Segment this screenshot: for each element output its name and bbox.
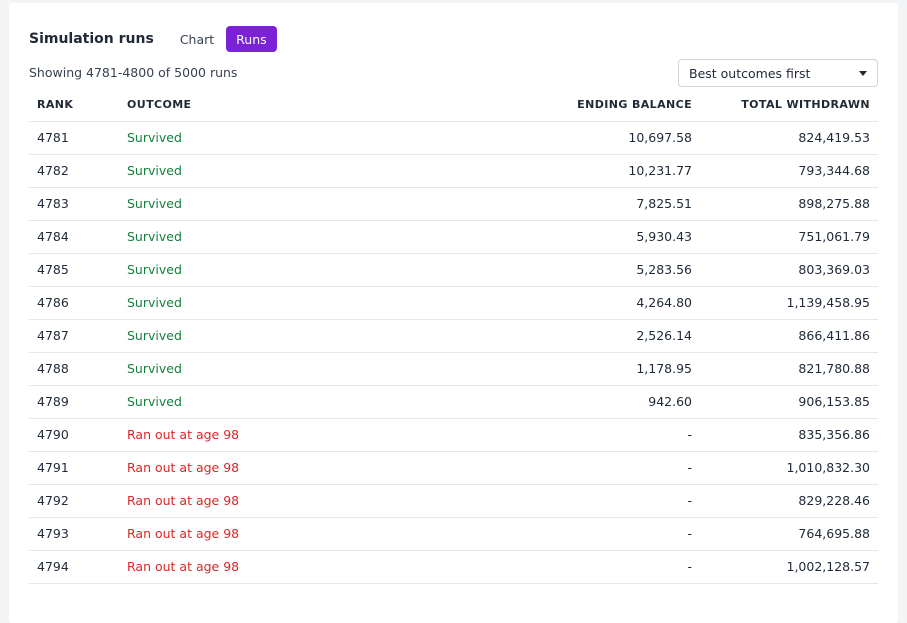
table-row[interactable]: 4785 Survived 5,283.56 803,369.03 xyxy=(29,253,878,287)
column-header-ending-balance[interactable]: ENDING BALANCE xyxy=(449,89,700,122)
rank-cell: 4786 xyxy=(29,286,119,320)
ending-balance-cell: 10,697.58 xyxy=(449,121,700,155)
outcome-cell: Ran out at age 98 xyxy=(119,418,449,452)
table-row[interactable]: 4786 Survived 4,264.80 1,139,458.95 xyxy=(29,286,878,320)
outcome-cell: Survived xyxy=(119,253,449,287)
rank-cell: 4781 xyxy=(29,121,119,155)
table-row[interactable]: 4787 Survived 2,526.14 866,411.86 xyxy=(29,319,878,353)
total-withdrawn-cell: 1,139,458.95 xyxy=(700,286,878,320)
outcome-cell: Ran out at age 98 xyxy=(119,484,449,518)
table-row[interactable]: 4792 Ran out at age 98-829,228.46 xyxy=(29,484,878,518)
results-summary: Showing 4781-4800 of 5000 runs xyxy=(29,65,238,80)
ending-balance-cell: 7,825.51 xyxy=(449,187,700,221)
outcome-cell: Survived xyxy=(119,121,449,155)
total-withdrawn-cell: 1,010,832.30 xyxy=(700,451,878,485)
rank-cell: 4784 xyxy=(29,220,119,254)
runs-table: RANK OUTCOME ENDING BALANCE TOTAL WITHDR… xyxy=(29,89,878,584)
outcome-cell: Survived xyxy=(119,220,449,254)
table-row[interactable]: 4790 Ran out at age 98-835,356.86 xyxy=(29,418,878,452)
ending-balance-cell: 4,264.80 xyxy=(449,286,700,320)
runs-card: Simulation runs Chart Runs Showing 4781-… xyxy=(9,3,898,623)
total-withdrawn-cell: 906,153.85 xyxy=(700,385,878,419)
ending-balance-cell: 2,526.14 xyxy=(449,319,700,353)
column-header-outcome[interactable]: OUTCOME xyxy=(119,89,449,122)
rank-cell: 4783 xyxy=(29,187,119,221)
rank-cell: 4785 xyxy=(29,253,119,287)
rank-cell: 4787 xyxy=(29,319,119,353)
table-row[interactable]: 4789 Survived 942.60 906,153.85 xyxy=(29,385,878,419)
total-withdrawn-cell: 866,411.86 xyxy=(700,319,878,353)
ending-balance-cell: - xyxy=(449,484,700,518)
ending-balance-cell: 942.60 xyxy=(449,385,700,419)
total-withdrawn-cell: 764,695.88 xyxy=(700,517,878,551)
table-row[interactable]: 4784 Survived 5,930.43 751,061.79 xyxy=(29,220,878,254)
rank-cell: 4791 xyxy=(29,451,119,485)
outcome-cell: Survived xyxy=(119,385,449,419)
table-row[interactable]: 4781 Survived 10,697.58 824,419.53 xyxy=(29,121,878,155)
ending-balance-cell: 5,283.56 xyxy=(449,253,700,287)
ending-balance-cell: 5,930.43 xyxy=(449,220,700,254)
total-withdrawn-cell: 835,356.86 xyxy=(700,418,878,452)
ending-balance-cell: - xyxy=(449,550,700,584)
rank-cell: 4792 xyxy=(29,484,119,518)
ending-balance-cell: 10,231.77 xyxy=(449,154,700,188)
table-row[interactable]: 4782 Survived 10,231.77 793,344.68 xyxy=(29,154,878,188)
column-header-total-withdrawn[interactable]: TOTAL WITHDRAWN xyxy=(700,89,878,122)
table-header-row: RANK OUTCOME ENDING BALANCE TOTAL WITHDR… xyxy=(29,89,878,122)
outcome-cell: Survived xyxy=(119,352,449,386)
sort-dropdown[interactable]: Best outcomes first xyxy=(678,59,878,87)
total-withdrawn-cell: 898,275.88 xyxy=(700,187,878,221)
column-header-rank[interactable]: RANK xyxy=(29,89,119,122)
ending-balance-cell: - xyxy=(449,451,700,485)
page-title: Simulation runs xyxy=(29,31,154,47)
rank-cell: 4790 xyxy=(29,418,119,452)
rank-cell: 4789 xyxy=(29,385,119,419)
ending-balance-cell: - xyxy=(449,418,700,452)
total-withdrawn-cell: 821,780.88 xyxy=(700,352,878,386)
total-withdrawn-cell: 1,002,128.57 xyxy=(700,550,878,584)
table-row[interactable]: 4794 Ran out at age 98-1,002,128.57 xyxy=(29,550,878,584)
chevron-down-icon xyxy=(859,71,867,76)
sort-selected-value: Best outcomes first xyxy=(689,65,811,81)
table-row[interactable]: 4793 Ran out at age 98-764,695.88 xyxy=(29,517,878,551)
total-withdrawn-cell: 803,369.03 xyxy=(700,253,878,287)
total-withdrawn-cell: 793,344.68 xyxy=(700,154,878,188)
rank-cell: 4782 xyxy=(29,154,119,188)
total-withdrawn-cell: 751,061.79 xyxy=(700,220,878,254)
tab-chart[interactable]: Chart xyxy=(170,26,224,52)
ending-balance-cell: 1,178.95 xyxy=(449,352,700,386)
outcome-cell: Ran out at age 98 xyxy=(119,517,449,551)
total-withdrawn-cell: 829,228.46 xyxy=(700,484,878,518)
ending-balance-cell: - xyxy=(449,517,700,551)
outcome-cell: Survived xyxy=(119,286,449,320)
tab-runs[interactable]: Runs xyxy=(226,26,277,52)
outcome-cell: Ran out at age 98 xyxy=(119,451,449,485)
table-row[interactable]: 4788 Survived 1,178.95 821,780.88 xyxy=(29,352,878,386)
card-header: Simulation runs Chart Runs xyxy=(29,25,279,53)
rank-cell: 4794 xyxy=(29,550,119,584)
table-row[interactable]: 4783 Survived 7,825.51 898,275.88 xyxy=(29,187,878,221)
outcome-cell: Ran out at age 98 xyxy=(119,550,449,584)
total-withdrawn-cell: 824,419.53 xyxy=(700,121,878,155)
rank-cell: 4788 xyxy=(29,352,119,386)
table-row[interactable]: 4791 Ran out at age 98-1,010,832.30 xyxy=(29,451,878,485)
outcome-cell: Survived xyxy=(119,187,449,221)
rank-cell: 4793 xyxy=(29,517,119,551)
outcome-cell: Survived xyxy=(119,319,449,353)
outcome-cell: Survived xyxy=(119,154,449,188)
